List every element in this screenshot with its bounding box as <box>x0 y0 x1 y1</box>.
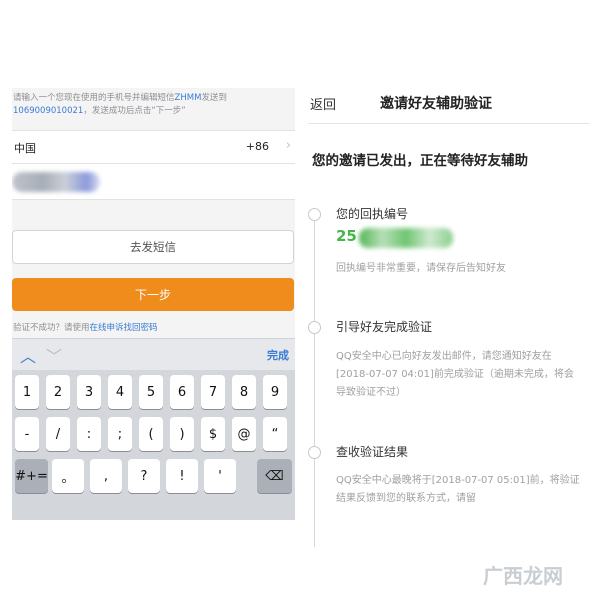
sms-instruction-tail: 发送到 <box>201 93 227 103</box>
key-7[interactable]: 7 <box>201 375 225 409</box>
question-key[interactable]: ? <box>128 459 160 493</box>
exclamation-key[interactable]: ! <box>166 459 198 493</box>
blurred-phone-number <box>12 172 100 192</box>
key-1[interactable]: - <box>15 417 39 451</box>
page-title: 邀请好友辅助验证 <box>380 96 492 112</box>
comma-key[interactable]: , <box>90 459 122 493</box>
step-3-description: QQ安全中心最晚将于[2018-07-07 05:01]前，将验证结果反馈到您的… <box>336 475 580 504</box>
online-appeal-link[interactable]: 在线申诉找回密码 <box>90 323 158 333</box>
sms-instruction-line2: ，发送成功后点击“下一步” <box>83 106 186 116</box>
timeline-line <box>314 212 315 547</box>
sms-code: ZHMM <box>174 93 202 103</box>
apostrophe-key[interactable]: ' <box>204 459 236 493</box>
sms-instruction-text: 请输入一个您现在使用的手机号并编辑短信 <box>13 93 175 103</box>
site-watermark: 广西龙网 <box>483 564 563 588</box>
phone-field[interactable] <box>12 164 295 200</box>
send-sms-button[interactable]: 去发短信 <box>12 230 294 264</box>
up-arrow-icon[interactable]: ︿ <box>20 343 36 367</box>
step-2-dot <box>308 321 321 334</box>
verification-failed-hint: 验证不成功？请使用在线申诉找回密码 <box>13 321 158 333</box>
down-arrow-icon[interactable]: ﹀ <box>46 343 62 367</box>
key-2[interactable]: / <box>46 417 70 451</box>
key-7[interactable]: $ <box>201 417 225 451</box>
fail-hint-text: 验证不成功？请使用 <box>13 323 90 333</box>
period-key[interactable]: 。 <box>52 459 84 493</box>
chevron-right-icon: › <box>285 138 291 153</box>
back-button[interactable]: 返回 <box>310 94 336 113</box>
blurred-receipt-digits <box>359 228 453 248</box>
country-selector[interactable]: 中国 +86 › <box>12 130 295 164</box>
key-3[interactable]: 3 <box>77 375 101 409</box>
sms-number: 1069009010021 <box>13 106 84 116</box>
key-2[interactable]: 2 <box>46 375 70 409</box>
right-screenshot: 返回 邀请好友辅助验证 您的邀请已发出，正在等待好友辅助 您的回执编号 25 回… <box>300 80 600 600</box>
country-name: 中国 <box>14 142 36 155</box>
keyboard-done-button[interactable]: 完成 <box>267 347 289 363</box>
status-message: 您的邀请已发出，正在等待好友辅助 <box>312 153 528 169</box>
key-8[interactable]: @ <box>232 417 256 451</box>
key-5[interactable]: 5 <box>139 375 163 409</box>
key-6[interactable]: ) <box>170 417 194 451</box>
next-step-button[interactable]: 下一步 <box>12 278 294 311</box>
key-4[interactable]: ; <box>108 417 132 451</box>
step-2-description: QQ安全中心已向好友发出邮件，请您通知好友在[2018-07-07 04:01]… <box>336 351 574 398</box>
step-1-description: 回执编号非常重要，请保存后告知好友 <box>336 263 506 274</box>
keyboard-toolbar: ︿ ﹀ 完成 <box>12 338 295 370</box>
key-9[interactable]: 9 <box>263 375 287 409</box>
header-divider <box>308 123 590 124</box>
left-screenshot: 请输入一个您现在使用的手机号并编辑短信ZHMM发送到 1069009010021… <box>12 88 295 520</box>
key-8[interactable]: 8 <box>232 375 256 409</box>
key-5[interactable]: ( <box>139 417 163 451</box>
step-3-title: 查收验证结果 <box>336 445 409 459</box>
sms-instruction: 请输入一个您现在使用的手机号并编辑短信ZHMM发送到 1069009010021… <box>12 88 295 130</box>
country-code: +86 <box>245 140 269 153</box>
keyboard: 1 2 3 4 5 6 7 8 9 - /:;() $ @ “ #+=。,?! ' ⌫ <box>12 370 295 520</box>
key-1[interactable]: 1 <box>15 375 39 409</box>
key-9[interactable]: “ <box>263 417 287 451</box>
key-3[interactable]: : <box>77 417 101 451</box>
step-2-title: 引导好友完成验证 <box>336 320 433 334</box>
step-1-dot <box>308 208 321 221</box>
step-3-dot <box>308 446 321 459</box>
symbols-key[interactable]: #+= <box>15 459 48 493</box>
key-6[interactable]: 6 <box>170 375 194 409</box>
key-4[interactable]: 4 <box>108 375 132 409</box>
receipt-number: 25 <box>336 227 357 245</box>
backspace-key[interactable]: ⌫ <box>257 459 292 493</box>
step-1-title: 您的回执编号 <box>336 207 409 221</box>
